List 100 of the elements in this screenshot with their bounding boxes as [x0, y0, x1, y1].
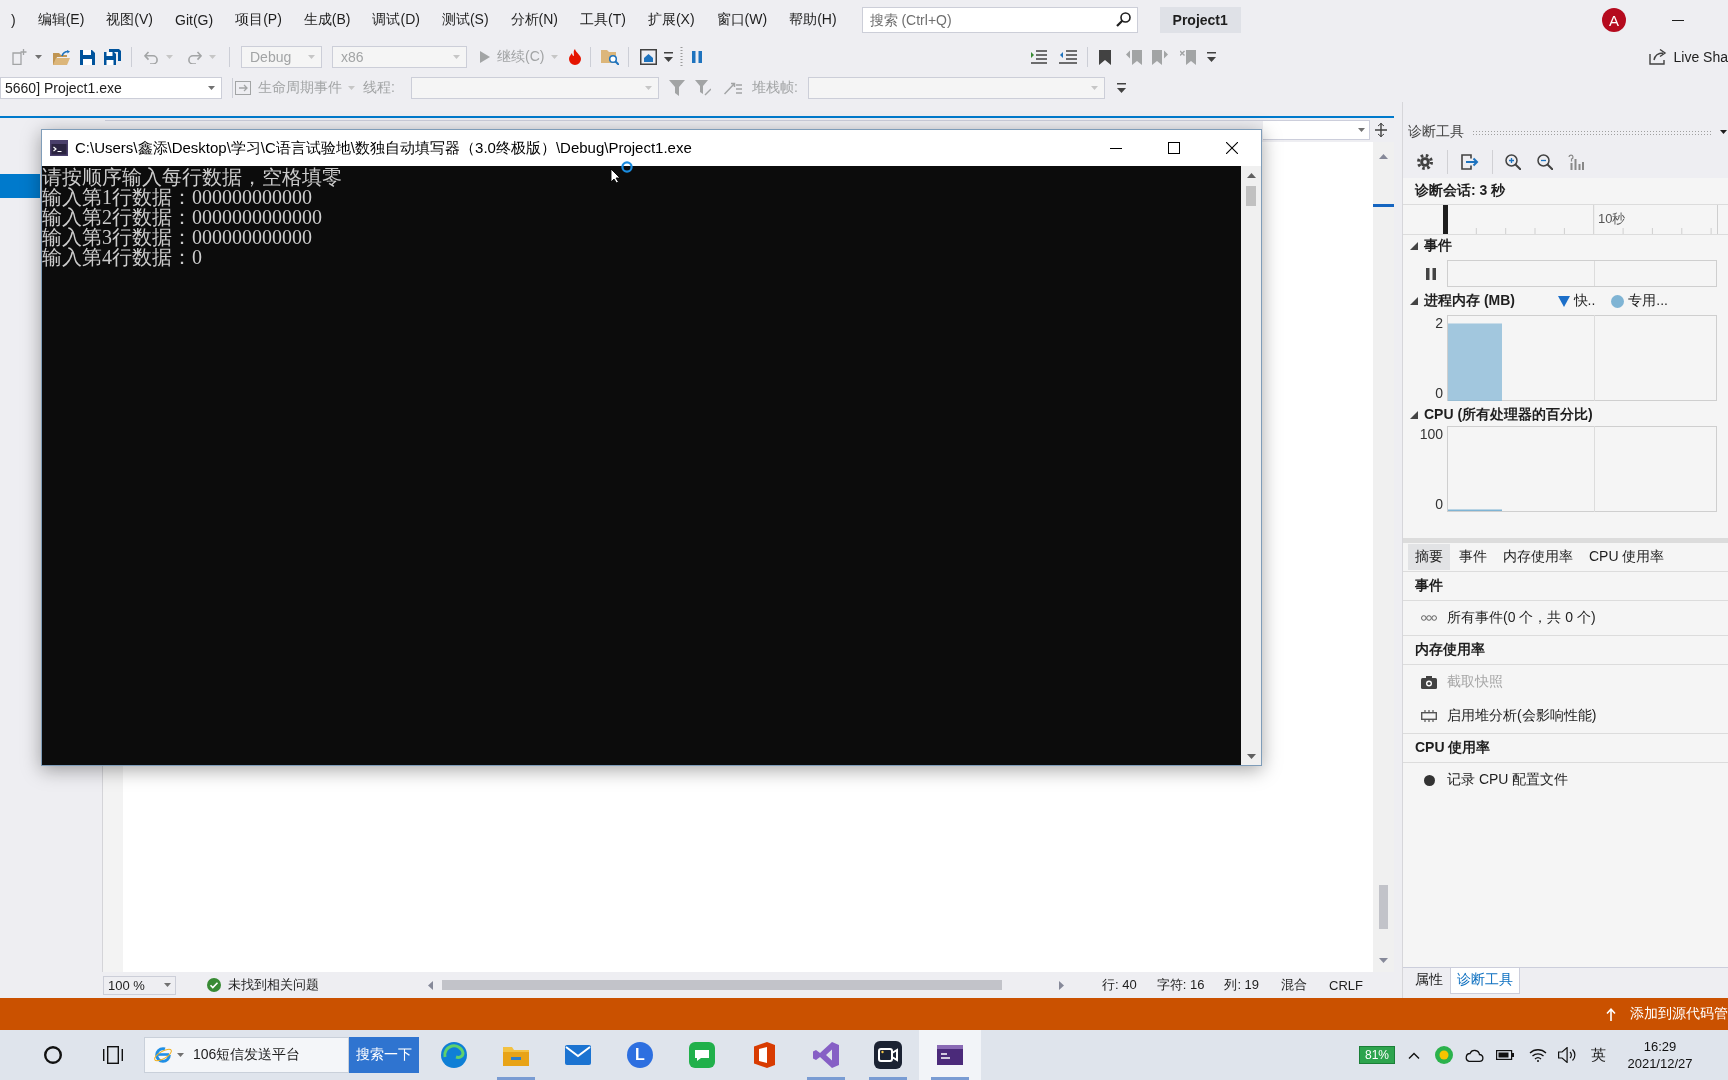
overflow-icon[interactable] — [664, 52, 674, 62]
dropdown-caret-icon[interactable] — [1720, 130, 1727, 134]
expander-icon[interactable] — [1410, 297, 1418, 305]
save-icon[interactable] — [80, 49, 95, 65]
minimize-icon — [1110, 147, 1122, 149]
summary-action[interactable]: 启用堆分析(会影响性能) — [1403, 699, 1728, 733]
zoom-out-icon[interactable] — [1537, 154, 1553, 170]
scroll-up-icon[interactable] — [1379, 154, 1388, 159]
timeline-ruler[interactable]: 10秒 — [1403, 204, 1728, 235]
scrollbar-thumb[interactable] — [1246, 186, 1256, 206]
scroll-right-icon[interactable] — [1059, 980, 1064, 990]
panel-tab[interactable]: 诊断工具 — [1450, 968, 1520, 994]
overflow-icon[interactable] — [1117, 83, 1126, 93]
line-ending[interactable]: CRLF — [1329, 977, 1363, 993]
summary-action[interactable]: 记录 CPU 配置文件 — [1403, 763, 1728, 797]
redo-icon[interactable] — [187, 50, 202, 64]
live-share-button[interactable]: Live Sha — [1648, 46, 1728, 68]
bar-chart-question-icon[interactable] — [1568, 154, 1584, 170]
filter-icon[interactable] — [669, 80, 685, 96]
undo-icon[interactable] — [144, 50, 159, 64]
filter-arrow-icon[interactable] — [695, 80, 711, 96]
taskbar-button[interactable] — [919, 1030, 981, 1080]
menu-item[interactable]: 窗口(W) — [705, 5, 779, 35]
summary-action[interactable]: 所有事件(0 个，共 0 个) — [1403, 601, 1728, 635]
tab[interactable]: 事件 — [1452, 544, 1494, 570]
bookmark-back-icon[interactable] — [1126, 49, 1142, 65]
solution-name: Project1 — [1159, 7, 1241, 33]
search-field[interactable]: 搜索 (Ctrl+Q) — [861, 7, 1138, 33]
tab[interactable]: 摘要 — [1408, 544, 1450, 570]
settings-icon[interactable] — [1417, 154, 1433, 170]
scrollbar-thumb[interactable] — [1379, 885, 1388, 929]
scrollbar-thumb[interactable] — [442, 980, 1002, 990]
search-icon[interactable] — [1115, 12, 1131, 27]
bookmark-forward-icon[interactable] — [1152, 49, 1168, 65]
scroll-left-icon[interactable] — [428, 980, 433, 990]
scroll-down-icon[interactable] — [1379, 958, 1388, 963]
menu-item[interactable]: 编辑(E) — [26, 5, 96, 35]
tab[interactable]: 内存使用率 — [1496, 544, 1580, 570]
open-folder-icon[interactable] — [53, 49, 70, 65]
user-avatar[interactable]: A — [1602, 8, 1626, 32]
export-icon[interactable] — [1461, 154, 1479, 170]
caret-icon — [166, 55, 173, 59]
menu-item[interactable]: 调试(D) — [361, 5, 431, 35]
folder-search-icon[interactable] — [601, 49, 620, 65]
new-file-icon[interactable] — [12, 49, 27, 65]
menu-item[interactable]: 视图(V) — [95, 5, 164, 35]
menu-item[interactable]: 扩展(X) — [636, 5, 706, 35]
taskbar-button[interactable]: L — [609, 1030, 671, 1080]
browser-icon[interactable] — [153, 1045, 173, 1065]
search-field[interactable]: 106短信发送平台 — [144, 1037, 349, 1073]
menu-item[interactable]: 生成(B) — [292, 5, 362, 35]
menu-item[interactable]: 帮助(H) — [778, 5, 848, 35]
add-to-source-control-button[interactable]: 添加到源代码管 — [1606, 1005, 1728, 1023]
section-heading: 内存使用率 — [1403, 636, 1728, 665]
chevron-up-icon[interactable] — [1408, 1051, 1420, 1059]
speaker-icon[interactable] — [1558, 1047, 1576, 1063]
save-all-icon[interactable] — [104, 49, 121, 65]
cloud-icon[interactable] — [1464, 1048, 1484, 1062]
circle-logo-icon[interactable] — [1435, 1046, 1453, 1064]
video-camera-icon — [874, 1041, 902, 1069]
menu-item[interactable]: 项目(P) — [224, 5, 293, 35]
menu-item[interactable]: 测试(S) — [430, 5, 500, 35]
whitespace-mode[interactable]: 混合 — [1281, 976, 1308, 994]
menu-item[interactable]: 工具(T) — [569, 5, 637, 35]
menu-item[interactable]: Git(G) — [164, 6, 225, 34]
task-view-icon[interactable] — [103, 1046, 123, 1064]
minimize-icon — [1672, 19, 1684, 21]
search-button[interactable]: 搜索一下 — [349, 1037, 419, 1073]
vertical-scrollbar[interactable] — [1241, 166, 1261, 765]
flame-icon[interactable] — [569, 49, 582, 65]
axis-label: 0 — [1435, 385, 1443, 401]
pause-icon[interactable] — [692, 51, 703, 63]
bookmark-delete-icon[interactable] — [1180, 49, 1196, 65]
menu-item[interactable]: 分析(N) — [499, 5, 569, 35]
scroll-up-icon[interactable] — [1246, 173, 1256, 178]
window-home-icon[interactable] — [640, 49, 658, 65]
scroll-down-icon[interactable] — [1246, 754, 1256, 759]
split-icon[interactable] — [1375, 123, 1387, 137]
wifi-icon[interactable] — [1529, 1048, 1547, 1062]
tab[interactable]: CPU 使用率 — [1582, 544, 1672, 570]
battery-icon[interactable] — [1496, 1050, 1514, 1060]
overflow-icon[interactable] — [1207, 52, 1216, 62]
clock-button[interactable]: 16:29 2021/12/27 — [1612, 1038, 1708, 1072]
zoom-in-icon[interactable] — [1505, 154, 1521, 170]
outdent-icon[interactable] — [1059, 50, 1077, 64]
bookmark-icon[interactable] — [1099, 49, 1111, 65]
indent-icon[interactable] — [1031, 50, 1047, 64]
expander-icon[interactable] — [1410, 411, 1418, 419]
arrow-lines-icon[interactable] — [724, 81, 742, 95]
box-arrow-icon[interactable] — [235, 81, 251, 95]
pause-icon[interactable] — [1426, 267, 1436, 280]
process-dropdown[interactable]: 5660] Project1.exe — [0, 77, 222, 99]
menu-item[interactable]: ) — [0, 6, 27, 34]
input-method-indicator[interactable]: 英 — [1591, 1045, 1606, 1065]
current-time-marker[interactable] — [1443, 205, 1448, 234]
ring-icon[interactable] — [44, 1046, 62, 1064]
time-scale-label: 10秒 — [1598, 210, 1626, 228]
panel-tab[interactable]: 属性 — [1408, 968, 1450, 994]
zoom-dropdown[interactable]: 100 % — [103, 975, 176, 995]
expander-icon[interactable] — [1410, 242, 1418, 250]
